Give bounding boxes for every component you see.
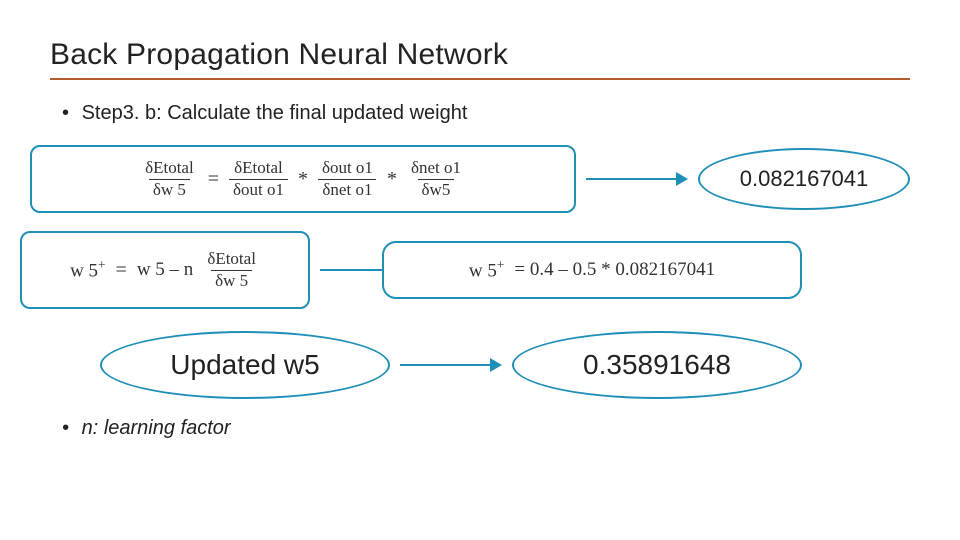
arrow-icon [400, 358, 502, 372]
bullet-dot-icon: • [62, 417, 76, 440]
update-rule-box: w 5+ = w 5 – n δEtotalδw 5 [20, 231, 310, 309]
updated-label: Updated w5 [170, 349, 319, 381]
bullet-step: • Step3. b: Calculate the final updated … [62, 102, 910, 125]
gradient-result-ellipse: 0.082167041 [698, 148, 910, 210]
bullet-text-rest: Calculate the final updated weight [167, 102, 467, 124]
note-prefix: n: [82, 417, 104, 439]
title-underline [50, 78, 910, 80]
equation-row-2: w 5+ = w 5 – n δEtotalδw 5 w 5+ = 0.4 – … [50, 231, 910, 309]
update-substituted-box: w 5+ = 0.4 – 0.5 * 0.082167041 [382, 241, 802, 299]
gradient-chain-box: δEtotalδw 5 = δEtotalδout o1 * δout o1δn… [30, 145, 576, 213]
note-rest: learning factor [104, 417, 231, 439]
arrow-icon [586, 172, 688, 186]
update-substituted-eq: w 5+ = 0.4 – 0.5 * 0.082167041 [469, 257, 715, 282]
gradient-result-value: 0.082167041 [740, 166, 868, 192]
gradient-chain-eq: δEtotalδw 5 = δEtotalδout o1 * δout o1δn… [141, 159, 465, 199]
note-learning-factor: • n: learning factor [62, 417, 910, 440]
update-rule-eq: w 5+ = w 5 – n δEtotalδw 5 [70, 250, 260, 290]
equation-row-3: Updated w5 0.35891648 [100, 331, 910, 399]
bullet-text-prefix: Step3. b: [82, 102, 168, 124]
equation-row-1: δEtotalδw 5 = δEtotalδout o1 * δout o1δn… [50, 145, 910, 213]
slide: Back Propagation Neural Network • Step3.… [0, 0, 960, 540]
updated-value: 0.35891648 [583, 349, 731, 381]
bullet-dot-icon: • [62, 102, 76, 125]
slide-title: Back Propagation Neural Network [50, 38, 910, 72]
updated-value-ellipse: 0.35891648 [512, 331, 802, 399]
updated-label-ellipse: Updated w5 [100, 331, 390, 399]
